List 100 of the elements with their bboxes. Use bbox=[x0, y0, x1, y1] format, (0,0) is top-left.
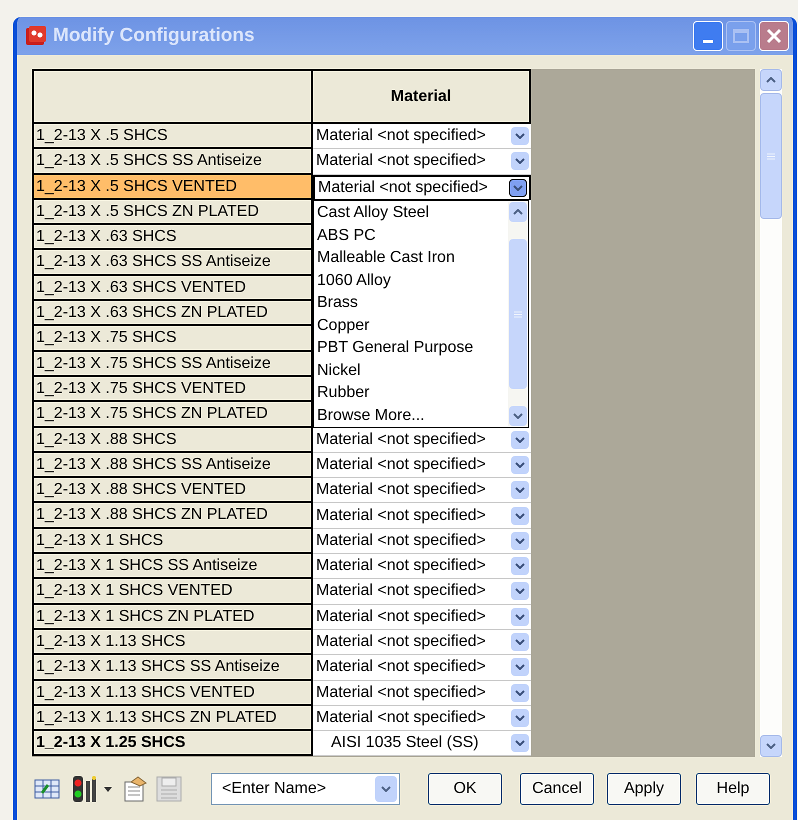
dropdown-item[interactable]: Rubber bbox=[314, 382, 508, 404]
material-value: Material <not specified> bbox=[315, 632, 487, 652]
scroll-up-button[interactable] bbox=[760, 69, 782, 91]
material-dropdown[interactable]: Material <not specified> bbox=[313, 124, 531, 150]
row-label-cell[interactable]: 1_2-13 X .75 SHCS bbox=[32, 326, 313, 352]
close-icon bbox=[766, 28, 782, 44]
material-value: Material <not specified> bbox=[315, 682, 487, 703]
material-dropdown[interactable]: Material <not specified> bbox=[313, 680, 531, 706]
material-value: Material <not specified> bbox=[315, 530, 487, 551]
name-combo-box[interactable]: <Enter Name> bbox=[211, 773, 400, 805]
row-label-cell[interactable]: 1_2-13 X .5 SHCS VENTED bbox=[32, 174, 313, 200]
material-dropdown[interactable]: Material <not specified> bbox=[313, 706, 531, 732]
material-dropdown[interactable]: Material <not specified> bbox=[313, 428, 531, 453]
row-label-cell[interactable]: 1_2-13 X .5 SHCS bbox=[32, 124, 313, 150]
dropdown-button[interactable] bbox=[511, 608, 529, 626]
row-label-cell[interactable]: 1_2-13 X .75 SHCS ZN PLATED bbox=[32, 402, 313, 428]
scroll-down-button[interactable] bbox=[760, 735, 782, 757]
table-icon bbox=[34, 778, 60, 800]
row-label-cell[interactable]: 1_2-13 X .88 SHCS ZN PLATED bbox=[32, 503, 313, 529]
dropdown-item[interactable]: ABS PC bbox=[314, 224, 508, 247]
dropdown-button[interactable] bbox=[511, 684, 529, 702]
scroll-up-button[interactable] bbox=[509, 202, 527, 222]
dropdown-button[interactable] bbox=[511, 658, 529, 676]
dropdown-button[interactable] bbox=[511, 481, 529, 500]
material-dropdown[interactable]: Material <not specified> bbox=[313, 528, 531, 554]
dropdown-item[interactable]: Cast Alloy Steel bbox=[314, 202, 508, 224]
dropdown-button[interactable] bbox=[509, 178, 527, 197]
dropdown-button[interactable] bbox=[511, 557, 529, 576]
row-label-cell[interactable]: 1_2-13 X 1.25 SHCS bbox=[32, 731, 313, 756]
dropdown-item[interactable]: Browse More... bbox=[314, 404, 508, 427]
dropdown-item[interactable]: Copper bbox=[314, 314, 508, 337]
close-button[interactable] bbox=[759, 21, 789, 51]
save-icon bbox=[156, 776, 182, 802]
material-dropdown[interactable]: Material <not specified> bbox=[313, 452, 531, 478]
material-value: Material <not specified> bbox=[315, 455, 487, 475]
row-label-cell[interactable]: 1_2-13 X 1.13 SHCS bbox=[32, 630, 313, 656]
dropdown-item[interactable]: Brass bbox=[314, 292, 508, 314]
row-label-cell[interactable]: 1_2-13 X .5 SHCS ZN PLATED bbox=[32, 200, 313, 226]
row-label-cell[interactable]: 1_2-13 X .75 SHCS SS Antiseize bbox=[32, 352, 313, 377]
row-label-cell[interactable]: 1_2-13 X .63 SHCS bbox=[32, 225, 313, 250]
material-value: Material <not specified> bbox=[315, 480, 487, 500]
maximize-icon bbox=[733, 29, 749, 43]
dialog-button[interactable]: Apply bbox=[607, 773, 681, 805]
row-label-cell[interactable]: 1_2-13 X 1 SHCS VENTED bbox=[32, 579, 313, 605]
row-label-cell[interactable]: 1_2-13 X .88 SHCS VENTED bbox=[32, 478, 313, 504]
material-value: AISI 1035 Steel (SS) bbox=[330, 733, 480, 754]
row-label-cell[interactable]: 1_2-13 X .63 SHCS VENTED bbox=[32, 276, 313, 302]
dropdown-item[interactable]: 1060 Alloy bbox=[314, 270, 508, 292]
dropdown-button[interactable] bbox=[511, 506, 529, 525]
dropdown-button[interactable] bbox=[511, 152, 529, 170]
material-dropdown[interactable]: Material <not specified> bbox=[313, 630, 531, 656]
row-label-cell[interactable]: 1_2-13 X 1 SHCS SS Antiseize bbox=[32, 554, 313, 580]
minimize-button[interactable] bbox=[693, 21, 723, 51]
dropdown-item[interactable]: PBT General Purpose bbox=[314, 337, 508, 360]
minimize-icon bbox=[703, 40, 713, 43]
material-value: Material <not specified> bbox=[315, 556, 487, 576]
scroll-thumb[interactable] bbox=[760, 93, 782, 219]
material-dropdown[interactable]: Material <not specified> bbox=[313, 554, 531, 580]
dropdown-button[interactable] bbox=[511, 456, 529, 474]
dropdown-button[interactable] bbox=[511, 582, 529, 600]
row-label-cell[interactable]: 1_2-13 X .63 SHCS ZN PLATED bbox=[32, 301, 313, 326]
material-dropdown[interactable]: Material <not specified> bbox=[313, 604, 531, 630]
dropdown-button[interactable] bbox=[511, 633, 529, 652]
dropdown-item[interactable]: Nickel bbox=[314, 360, 508, 382]
row-label-cell[interactable]: 1_2-13 X 1 SHCS bbox=[32, 528, 313, 554]
material-dropdown[interactable]: Material <not specified> bbox=[313, 503, 531, 529]
row-label-cell[interactable]: 1_2-13 X 1 SHCS ZN PLATED bbox=[32, 604, 313, 630]
list-scrollbar[interactable] bbox=[508, 201, 528, 427]
scroll-thumb[interactable] bbox=[509, 239, 527, 389]
clipboard-icon bbox=[122, 776, 148, 802]
material-dropdown[interactable]: Material <not specified> bbox=[313, 478, 531, 504]
dialog-button[interactable]: OK bbox=[428, 773, 502, 805]
material-dropdown[interactable]: Material <not specified> bbox=[313, 579, 531, 605]
dialog-button[interactable]: Cancel bbox=[520, 773, 594, 805]
dropdown-button[interactable] bbox=[511, 708, 529, 727]
dropdown-button[interactable] bbox=[511, 430, 529, 449]
material-value: Material <not specified> bbox=[315, 506, 487, 526]
dropdown-button[interactable] bbox=[511, 127, 529, 146]
row-label-cell[interactable]: 1_2-13 X .88 SHCS SS Antiseize bbox=[32, 452, 313, 478]
material-dropdown[interactable]: Material <not specified> bbox=[313, 149, 531, 175]
row-label-cell[interactable]: 1_2-13 X 1.13 SHCS VENTED bbox=[32, 680, 313, 706]
dialog-button[interactable]: Help bbox=[696, 773, 770, 805]
material-value: Material <not specified> bbox=[315, 126, 487, 146]
material-dropdown[interactable]: Material <not specified> bbox=[313, 655, 531, 681]
row-label-cell[interactable]: 1_2-13 X .88 SHCS bbox=[32, 428, 313, 453]
material-dropdown[interactable]: Material <not specified> bbox=[313, 174, 531, 200]
dropdown-button[interactable] bbox=[511, 532, 529, 550]
material-value: Material <not specified> bbox=[315, 708, 487, 728]
material-dropdown[interactable]: AISI 1035 Steel (SS) bbox=[313, 731, 531, 756]
row-label-cell[interactable]: 1_2-13 X .75 SHCS VENTED bbox=[32, 376, 313, 402]
row-label-cell[interactable]: 1_2-13 X 1.13 SHCS SS Antiseize bbox=[32, 655, 313, 681]
dropdown-item[interactable]: Malleable Cast Iron bbox=[314, 247, 508, 270]
dropdown-button[interactable] bbox=[511, 734, 529, 752]
row-label-cell[interactable]: 1_2-13 X 1.13 SHCS ZN PLATED bbox=[32, 706, 313, 732]
material-value: Material <not specified> bbox=[315, 581, 487, 602]
scrollbar[interactable] bbox=[760, 69, 782, 757]
row-label-cell[interactable]: 1_2-13 X .63 SHCS SS Antiseize bbox=[32, 250, 313, 276]
row-label-cell[interactable]: 1_2-13 X .5 SHCS SS Antiseize bbox=[32, 149, 313, 175]
material-value: Material <not specified> bbox=[317, 178, 489, 198]
scroll-down-button[interactable] bbox=[509, 406, 527, 426]
